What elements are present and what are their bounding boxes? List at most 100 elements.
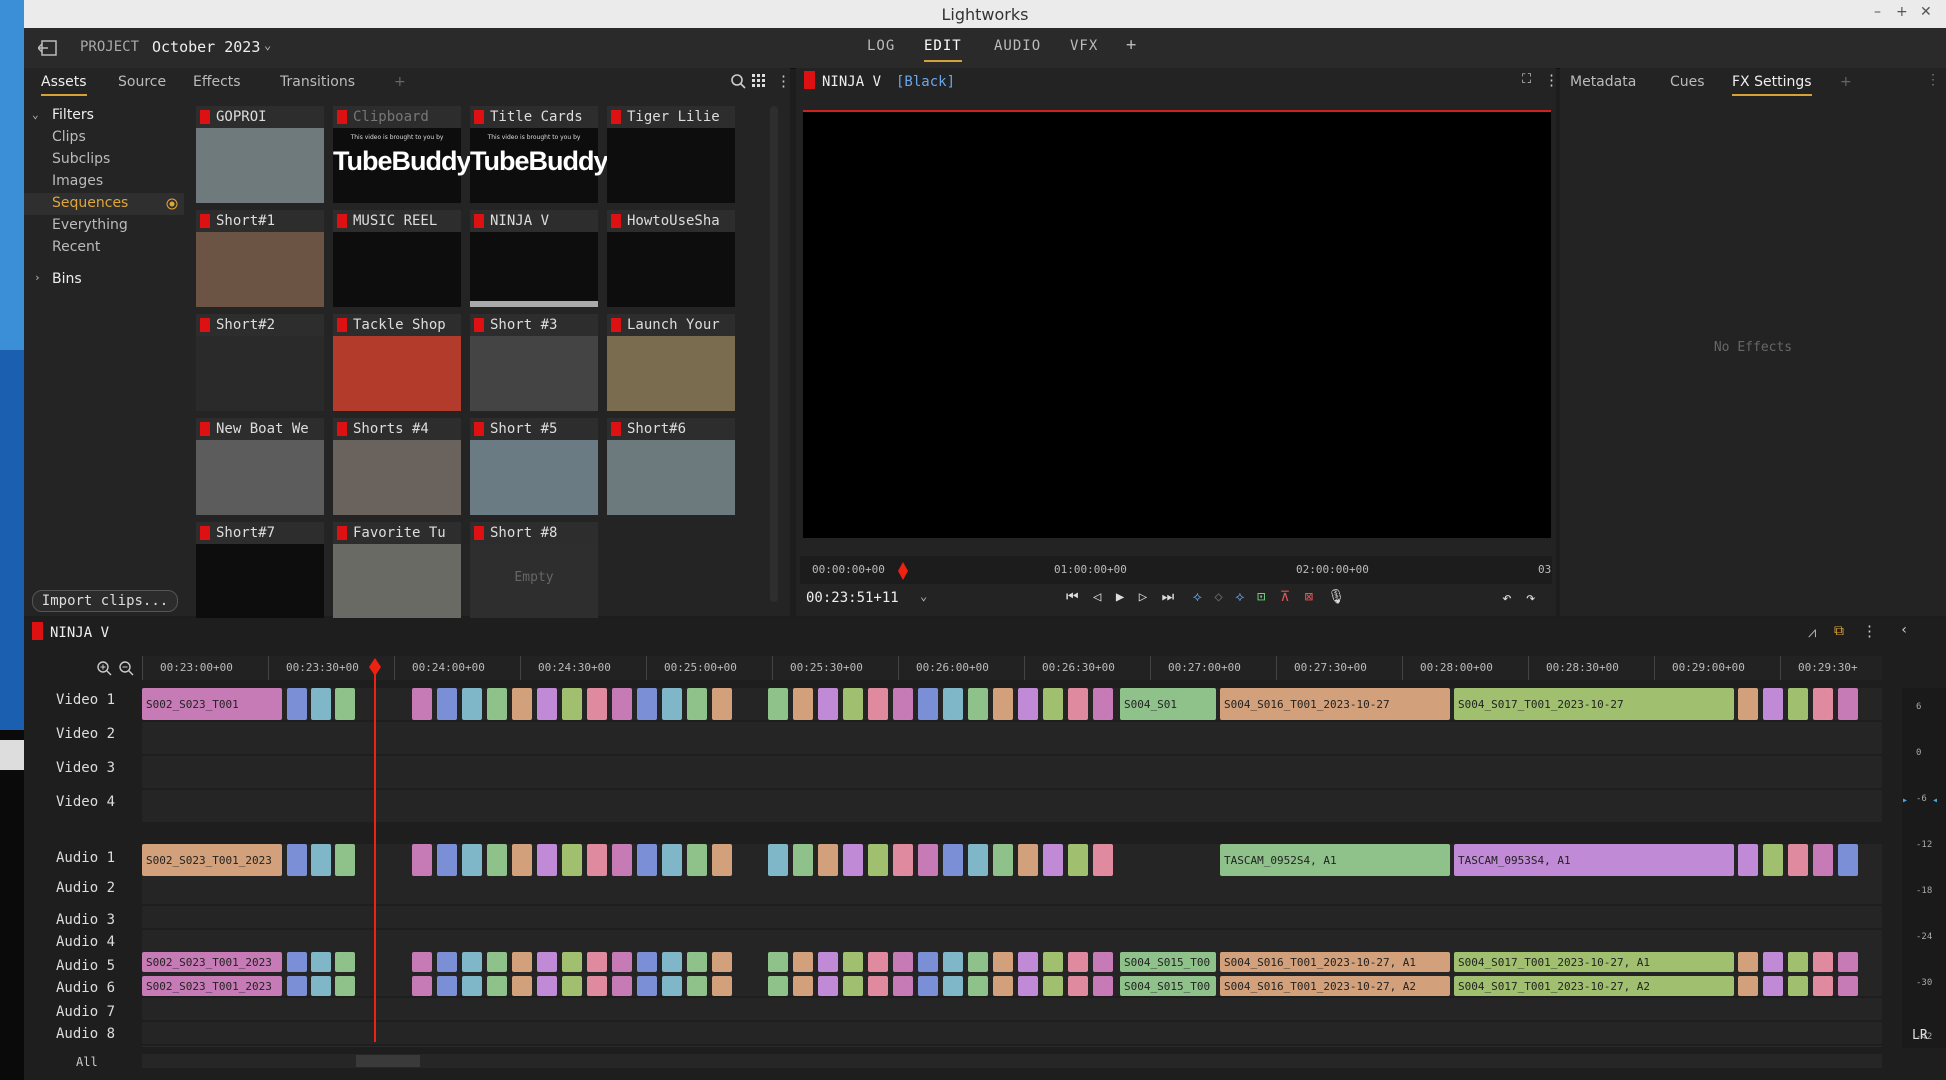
- timeline-clip[interactable]: [993, 844, 1013, 876]
- timeline-clip[interactable]: [462, 844, 482, 876]
- delete-icon[interactable]: ⊠: [1305, 589, 1313, 605]
- timeline-clip[interactable]: [893, 952, 913, 972]
- timeline-clip[interactable]: S002_S023_T001_2023: [142, 844, 282, 876]
- timeline-clip[interactable]: [612, 844, 632, 876]
- timeline-clip[interactable]: [512, 688, 532, 720]
- filter-everything[interactable]: Everything: [52, 217, 128, 233]
- timeline-clip[interactable]: [1763, 952, 1783, 972]
- timeline-clip[interactable]: [662, 688, 682, 720]
- timeline-clip[interactable]: TASCAM_0952S4, A1: [1220, 844, 1450, 876]
- tab-source[interactable]: Source: [118, 74, 166, 90]
- timeline-clip[interactable]: [793, 688, 813, 720]
- asset-tile[interactable]: Short #5: [470, 418, 598, 515]
- more-options-icon[interactable]: ⋮: [776, 72, 791, 90]
- timeline-clip[interactable]: [818, 952, 838, 972]
- timecode-display[interactable]: 00:23:51+11: [806, 590, 899, 606]
- exit-project-icon[interactable]: [38, 39, 58, 57]
- timeline-clip[interactable]: [587, 976, 607, 996]
- mark-in-icon[interactable]: ⟡: [1193, 589, 1202, 605]
- timeline-clip[interactable]: [462, 976, 482, 996]
- track-label[interactable]: Video 4: [56, 794, 115, 810]
- asset-tile[interactable]: NINJA V: [470, 210, 598, 307]
- timeline-clip[interactable]: [1093, 844, 1113, 876]
- timeline-clip[interactable]: [793, 976, 813, 996]
- add-fx-tab-icon[interactable]: +: [1840, 74, 1852, 90]
- timeline-clip[interactable]: [512, 976, 532, 996]
- timeline-clip[interactable]: [487, 952, 507, 972]
- timeline-clip[interactable]: [918, 976, 938, 996]
- timeline-clip[interactable]: S004_S015_T00: [1120, 976, 1216, 996]
- timeline-clip[interactable]: [1018, 976, 1038, 996]
- bins-heading[interactable]: Bins: [52, 271, 82, 287]
- timeline-clip[interactable]: [612, 688, 632, 720]
- import-clips-button[interactable]: Import clips...: [32, 590, 178, 612]
- timeline-clip[interactable]: [1738, 844, 1758, 876]
- timeline-clip[interactable]: [943, 688, 963, 720]
- timeline-clip[interactable]: [587, 952, 607, 972]
- asset-tile[interactable]: Favorite Tu: [333, 522, 461, 619]
- track-label[interactable]: Audio 8: [56, 1026, 115, 1042]
- project-name[interactable]: October 2023: [152, 38, 260, 56]
- video-display[interactable]: [803, 110, 1551, 538]
- add-cue-icon[interactable]: ⊡: [1257, 589, 1265, 605]
- timeline-clip[interactable]: [437, 952, 457, 972]
- filters-heading[interactable]: Filters: [52, 107, 94, 123]
- fx-more-icon[interactable]: ⋮: [1926, 72, 1940, 88]
- timeline-clip[interactable]: [1838, 976, 1858, 996]
- timeline-clip[interactable]: [662, 844, 682, 876]
- timeline-clip[interactable]: [1813, 688, 1833, 720]
- timeline-clip[interactable]: [1043, 976, 1063, 996]
- clear-marks-icon[interactable]: ◇: [1214, 589, 1222, 605]
- tab-assets[interactable]: Assets: [41, 74, 87, 96]
- timeline-clip[interactable]: [868, 688, 888, 720]
- timeline-clip[interactable]: S002_S023_T001_2023: [142, 952, 282, 972]
- timeline-clip[interactable]: [968, 952, 988, 972]
- timeline-clip[interactable]: [1068, 688, 1088, 720]
- timeline-clip[interactable]: [512, 844, 532, 876]
- viewer-more-icon[interactable]: ⋮: [1544, 71, 1559, 89]
- timeline-clip[interactable]: [437, 976, 457, 996]
- audio-levels-icon[interactable]: ⩘: [1808, 623, 1816, 641]
- asset-tile[interactable]: Shorts #4: [333, 418, 461, 515]
- timeline-clip[interactable]: [412, 844, 432, 876]
- tab-fx-settings[interactable]: FX Settings: [1732, 74, 1812, 96]
- timeline-clip[interactable]: [868, 952, 888, 972]
- asset-tile[interactable]: Short #8 Empty: [470, 522, 598, 619]
- timeline-clip[interactable]: [893, 844, 913, 876]
- timeline-clip[interactable]: [335, 952, 355, 972]
- filter-recent[interactable]: Recent: [52, 239, 100, 255]
- timeline-clip[interactable]: [612, 976, 632, 996]
- asset-tile[interactable]: Tackle Shop: [333, 314, 461, 411]
- minimize-icon[interactable]: –: [1874, 4, 1881, 20]
- timeline-clip[interactable]: [712, 844, 732, 876]
- timeline-clip[interactable]: [843, 952, 863, 972]
- timeline-clip[interactable]: [537, 976, 557, 996]
- timeline-clip[interactable]: [1738, 976, 1758, 996]
- timeline-clip[interactable]: [793, 952, 813, 972]
- track-label[interactable]: Audio 6: [56, 980, 115, 996]
- track-label[interactable]: Video 2: [56, 726, 115, 742]
- timeline-clip[interactable]: S004_S017_T001_2023-10-27, A2: [1454, 976, 1734, 996]
- timeline-clip[interactable]: S004_S017_T001_2023-10-27: [1454, 688, 1734, 720]
- track-label[interactable]: Audio 2: [56, 880, 115, 896]
- timeline-clip[interactable]: [993, 688, 1013, 720]
- timeline-playhead-marker[interactable]: [369, 658, 381, 676]
- timeline-clip[interactable]: [487, 688, 507, 720]
- timeline-scrollbar[interactable]: [142, 1054, 1882, 1068]
- timeline-clip[interactable]: [943, 844, 963, 876]
- asset-tile[interactable]: Short #3: [470, 314, 598, 411]
- timeline-clip[interactable]: [818, 844, 838, 876]
- timeline-clip[interactable]: [1788, 976, 1808, 996]
- timeline-clip[interactable]: [918, 844, 938, 876]
- zoom-out-icon[interactable]: [118, 660, 134, 676]
- go-to-start-icon[interactable]: ⏮: [1066, 589, 1079, 605]
- track-label[interactable]: Video 1: [56, 692, 115, 708]
- timeline-clip[interactable]: [1813, 952, 1833, 972]
- fullscreen-icon[interactable]: ⛶: [1522, 72, 1531, 87]
- timeline-clip[interactable]: [1738, 952, 1758, 972]
- timeline-clip[interactable]: [662, 952, 682, 972]
- timeline-clip[interactable]: [868, 976, 888, 996]
- timeline-clip[interactable]: [1738, 688, 1758, 720]
- timeline-clip[interactable]: [1838, 688, 1858, 720]
- timeline-clip[interactable]: [687, 976, 707, 996]
